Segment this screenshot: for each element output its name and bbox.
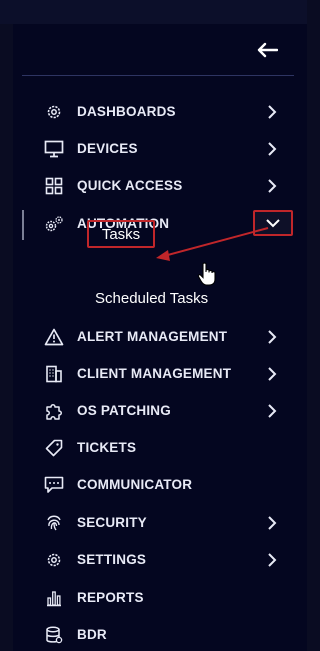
warning-icon <box>44 327 64 347</box>
sidebar-item-label: ALERT MANAGEMENT <box>77 329 228 344</box>
chevron-right-icon[interactable] <box>263 402 281 420</box>
database-icon <box>44 625 64 645</box>
tag-icon <box>44 438 64 458</box>
building-icon <box>44 364 64 384</box>
sidebar-item-tickets[interactable]: TICKETS <box>13 433 307 463</box>
sidebar-item-reports[interactable]: REPORTS <box>13 583 307 613</box>
gear-icon <box>44 550 64 570</box>
sidebar-item-label: SETTINGS <box>77 552 147 567</box>
sidebar-item-os-patching[interactable]: OS PATCHING <box>13 396 307 426</box>
chevron-right-icon[interactable] <box>263 328 281 346</box>
chevron-right-icon[interactable] <box>263 365 281 383</box>
chevron-right-icon[interactable] <box>263 514 281 532</box>
sidebar-item-alert-management[interactable]: ALERT MANAGEMENT <box>13 322 307 352</box>
sidebar-item-label: CLIENT MANAGEMENT <box>77 366 232 381</box>
sidebar-item-settings[interactable]: SETTINGS <box>13 545 307 575</box>
sidebar-item-communicator[interactable]: COMMUNICATOR <box>13 470 307 500</box>
sidebar-item-bdr[interactable]: BDR <box>13 620 307 650</box>
sidebar-item-label: BDR <box>77 627 107 642</box>
fingerprint-icon <box>44 513 64 533</box>
bar-chart-icon <box>44 588 64 608</box>
chat-icon <box>44 475 64 495</box>
hand-pointer-icon <box>197 262 216 286</box>
sidebar-item-label: SECURITY <box>77 515 147 530</box>
sidebar-item-client-management[interactable]: CLIENT MANAGEMENT <box>13 359 307 389</box>
sidebar-item-label: COMMUNICATOR <box>77 477 193 492</box>
puzzle-icon <box>44 401 64 421</box>
chevron-right-icon[interactable] <box>263 551 281 569</box>
sidebar-item-label: OS PATCHING <box>77 403 171 418</box>
sidebar-item-security[interactable]: SECURITY <box>13 508 307 538</box>
sidebar-item-label: TICKETS <box>77 440 137 455</box>
sidebar-item-label: REPORTS <box>77 590 144 605</box>
